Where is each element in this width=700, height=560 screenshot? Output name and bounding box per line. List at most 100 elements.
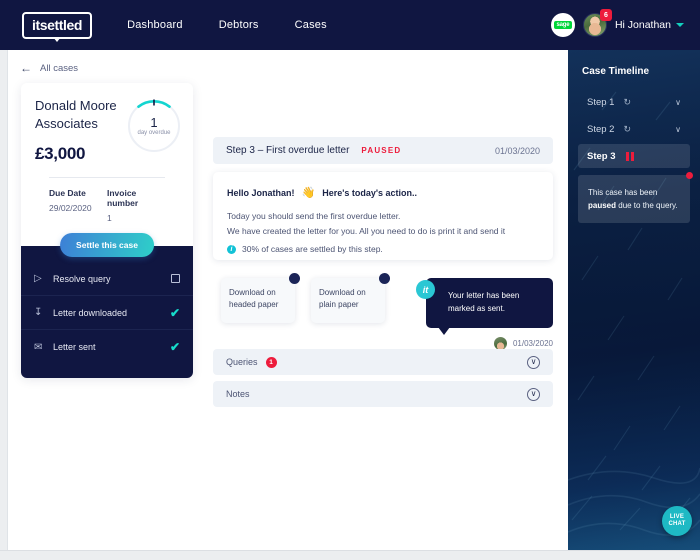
action-body-line-1: Today you should send the first overdue … <box>227 211 401 221</box>
nav-link-cases[interactable]: Cases <box>295 19 327 31</box>
tooltip-bold-word: paused <box>588 201 617 211</box>
pause-icon <box>625 151 634 161</box>
timeline-step-2-label: Step 2 <box>587 123 615 135</box>
step-title: Step 3 – First overdue letter <box>226 145 350 156</box>
invoice-number-value: 1 <box>107 213 112 224</box>
live-chat-line-1: LIVE <box>669 513 685 520</box>
greeting-text: Hello Jonathan! <box>227 187 295 198</box>
due-date-label: Due Date <box>49 188 86 199</box>
notes-section-toggle[interactable]: Notes ∨ <box>213 381 553 407</box>
action-body-line-2: We have created the letter for you. All … <box>227 226 506 237</box>
sage-logo-text: sage <box>553 21 573 29</box>
timeline-title: Case Timeline <box>582 66 650 77</box>
chevron-down-icon[interactable]: ∨ <box>675 125 681 134</box>
invoice-number-field: Invoice number 1 <box>107 188 165 223</box>
letter-sent-message: it Your letter has been marked as sent. … <box>416 278 553 350</box>
app-logo[interactable]: itsettled <box>22 11 93 42</box>
queries-label: Queries <box>226 357 258 367</box>
message-bubble-text: Your letter has been marked as sent. <box>448 291 520 313</box>
chevron-down-icon[interactable]: ∨ <box>527 355 540 369</box>
user-greeting-label: Hi Jonathan <box>614 19 671 31</box>
download-icon: ↧ <box>34 307 43 319</box>
due-date-field: Due Date 29/02/2020 <box>49 188 107 223</box>
info-icon: i <box>227 244 236 254</box>
top-navigation-bar: itsettled Dashboard Debtors Cases sage 6… <box>0 0 700 50</box>
itsettled-avatar-icon: it <box>416 280 435 299</box>
settle-button-area: Settle this case <box>35 233 179 259</box>
arrow-left-icon: ← <box>20 61 32 75</box>
message-bubble: it Your letter has been marked as sent. <box>416 278 553 335</box>
flag-icon: ▷ <box>34 273 42 285</box>
chevron-down-icon[interactable]: ∨ <box>527 387 540 401</box>
refresh-icon: ↻ <box>623 96 632 107</box>
download-plain-paper-label: Download on plain paper <box>319 288 366 309</box>
download-badge-icon <box>379 273 390 284</box>
case-card-top: Donald Moore Associates £3,000 1 day ove… <box>21 83 193 259</box>
nav-link-debtors[interactable]: Debtors <box>219 19 259 31</box>
checklist-item-resolve-query[interactable]: ▷ Resolve query <box>21 262 193 297</box>
live-chat-button[interactable]: LIVE CHAT <box>662 506 692 536</box>
step-status-badge: PAUSED <box>361 146 402 155</box>
download-headed-paper-card[interactable]: Download on headed paper <box>221 273 300 323</box>
primary-nav-links: Dashboard Debtors Cases <box>127 19 327 31</box>
sage-logo-icon[interactable]: sage <box>550 13 575 37</box>
check-icon-letter-sent: ✔ <box>169 340 180 355</box>
message-meta: 01/03/2020 <box>426 336 553 350</box>
chevron-down-icon[interactable]: ∨ <box>675 98 681 107</box>
step-header-bar[interactable]: Step 3 – First overdue letter PAUSED 01/… <box>213 137 553 164</box>
user-menu[interactable]: Hi Jonathan <box>615 19 684 31</box>
overdue-gauge-value: 1 <box>150 115 158 130</box>
timeline-step-2[interactable]: Step 2 ↻ ∨ <box>578 117 690 141</box>
greeting-line: Hello Jonathan! 👋 Here's today's action.… <box>227 186 539 199</box>
settle-this-case-button[interactable]: Settle this case <box>60 233 154 258</box>
timeline-step-1-label: Step 1 <box>587 96 615 108</box>
message-date: 01/03/2020 <box>512 338 553 348</box>
timeline-step-3-label: Step 3 <box>587 150 616 162</box>
chevron-down-icon <box>676 23 684 27</box>
left-edge-scrollbar[interactable] <box>0 50 8 560</box>
action-headline: Here's today's action.. <box>322 187 418 198</box>
step-date: 01/03/2020 <box>494 145 540 156</box>
checklist-label-letter-downloaded: Letter downloaded <box>53 307 128 318</box>
queries-section-toggle[interactable]: Queries 1 ∨ <box>213 349 553 375</box>
action-info-line: i 30% of cases are settled by this step. <box>227 244 539 254</box>
check-icon-letter-downloaded: ✔ <box>169 305 180 320</box>
notes-label: Notes <box>226 389 250 399</box>
case-summary-card: Donald Moore Associates £3,000 1 day ove… <box>21 83 193 379</box>
checklist-item-letter-sent[interactable]: ✉ Letter sent ✔ <box>21 330 193 364</box>
status-dot-icon <box>686 172 693 179</box>
due-date-value: 29/02/2020 <box>49 203 92 214</box>
checkbox-resolve-query[interactable] <box>171 274 180 284</box>
tooltip-prefix: This case has been <box>588 188 658 197</box>
live-chat-line-2: CHAT <box>668 521 686 527</box>
refresh-icon: ↻ <box>623 123 632 134</box>
nav-user-area: sage 6 Hi Jonathan <box>550 9 684 37</box>
nav-link-dashboard[interactable]: Dashboard <box>127 19 183 31</box>
checklist-label-letter-sent: Letter sent <box>53 342 96 353</box>
waving-hand-icon: 👋 <box>301 187 316 199</box>
overdue-gauge: 1 day overdue <box>125 97 183 155</box>
case-meta-row: Due Date 29/02/2020 Invoice number 1 <box>35 178 179 223</box>
case-checklist-panel: ▷ Resolve query ↧ Letter downloaded ✔ ✉ … <box>21 246 193 379</box>
overdue-gauge-label: day overdue <box>137 130 171 136</box>
action-info-text: 30% of cases are settled by this step. <box>242 244 383 255</box>
download-badge-icon <box>289 273 300 284</box>
notification-count-badge: 6 <box>599 9 612 21</box>
case-debtor-name: Donald Moore Associates <box>35 98 117 131</box>
download-headed-paper-label: Download on headed paper <box>229 288 279 309</box>
envelope-icon: ✉ <box>34 341 43 353</box>
message-author-avatar <box>493 336 507 350</box>
timeline-step-1[interactable]: Step 1 ↻ ∨ <box>578 90 690 114</box>
notifications-avatar[interactable]: 6 <box>582 9 612 37</box>
bottom-horizontal-scrollbar[interactable] <box>0 550 700 560</box>
invoice-number-label: Invoice number <box>107 188 139 209</box>
timeline-step-3[interactable]: Step 3 <box>578 144 690 168</box>
back-to-all-cases-link[interactable]: ← All cases <box>20 62 78 74</box>
timeline-paused-tooltip: This case has been paused due to the que… <box>578 172 693 224</box>
download-plain-paper-card[interactable]: Download on plain paper <box>311 273 390 323</box>
case-timeline-panel: Case Timeline Step 1 ↻ ∨ Step 2 ↻ ∨ Step… <box>568 50 700 550</box>
checklist-item-letter-downloaded[interactable]: ↧ Letter downloaded ✔ <box>21 296 193 331</box>
checklist-label-resolve-query: Resolve query <box>53 273 111 284</box>
todays-action-card: Hello Jonathan! 👋 Here's today's action.… <box>213 172 553 260</box>
back-link-label: All cases <box>40 62 79 74</box>
